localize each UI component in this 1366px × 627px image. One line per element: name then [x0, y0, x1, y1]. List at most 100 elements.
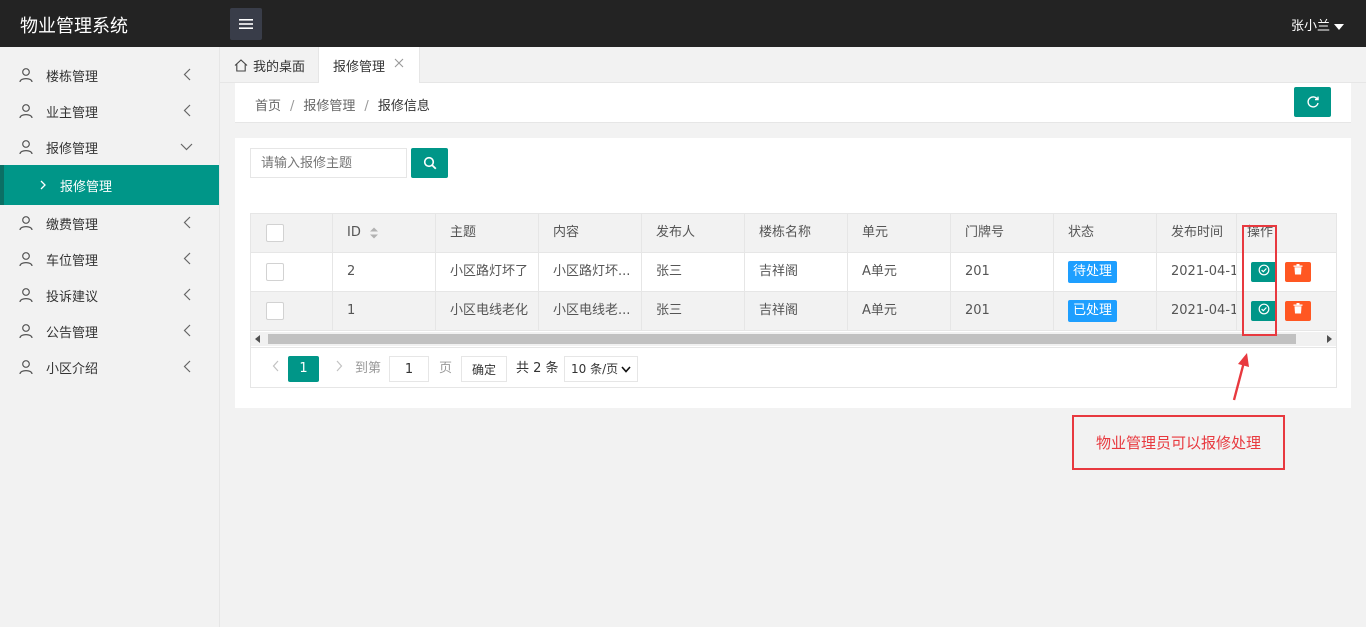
breadcrumb-current: 报修信息: [377, 99, 430, 114]
cell-subject: 小区电线老化: [436, 292, 539, 330]
row-select-cell: [251, 292, 333, 330]
sidebar-item-complaint[interactable]: 投诉建议: [0, 277, 219, 313]
content-card: ID 主题 内容 发布人 楼栋名称 单元 门牌号 状态 发布时间 操作 2 小区…: [235, 138, 1351, 408]
sidebar-item-parking[interactable]: 车位管理: [0, 241, 219, 277]
next-page-button[interactable]: [329, 356, 349, 382]
sort-icon[interactable]: [369, 226, 379, 240]
cell-time: 2021-04-1...: [1157, 253, 1237, 291]
annotation-arrow-icon: [1232, 353, 1249, 401]
sidebar-item-label: 小区介绍: [46, 361, 99, 377]
cell-door: 201: [951, 292, 1054, 330]
table-row[interactable]: 2 小区路灯坏了 小区路灯坏... 张三 吉祥阁 A单元 201 待处理 202…: [251, 253, 1336, 292]
cell-content: 小区路灯坏...: [539, 253, 642, 291]
tab-repair-label: 报修管理: [333, 59, 386, 75]
hamburger-icon: [239, 19, 253, 29]
cell-id: 2: [333, 253, 436, 291]
cell-status: 待处理: [1054, 253, 1157, 291]
close-icon[interactable]: [393, 57, 405, 69]
user-icon: [19, 68, 33, 83]
breadcrumb-section[interactable]: 报修管理: [303, 99, 355, 114]
tab-repair[interactable]: 报修管理: [318, 47, 420, 83]
scroll-right-arrow-icon[interactable]: [1327, 335, 1332, 343]
tab-home-label: 我的桌面: [253, 59, 306, 75]
select-all-checkbox[interactable]: [266, 223, 284, 242]
pagination: 1 到第 页 确定 共 2 条 10 条/页: [251, 347, 1336, 387]
header-publisher: 发布人: [642, 214, 745, 252]
prev-page-button[interactable]: [265, 356, 285, 382]
refresh-button[interactable]: [1294, 87, 1331, 117]
goto-confirm-button[interactable]: 确定: [461, 356, 507, 382]
header-id-label: ID: [347, 225, 361, 240]
chevron-left-icon: [183, 216, 191, 229]
user-icon: [19, 216, 33, 231]
user-icon: [19, 360, 33, 375]
header-building: 楼栋名称: [745, 214, 848, 252]
breadcrumb-separator: /: [364, 99, 369, 114]
sidebar-item-payment[interactable]: 缴费管理: [0, 205, 219, 241]
header-content: 内容: [539, 214, 642, 252]
total-count: 共 2 条: [516, 361, 559, 376]
status-badge: 待处理: [1068, 260, 1118, 283]
refresh-icon: [1306, 96, 1319, 108]
user-icon: [19, 288, 33, 303]
goto-label: 到第: [355, 361, 382, 376]
header-subject: 主题: [436, 214, 539, 252]
trash-icon: [1293, 264, 1303, 275]
cell-door: 201: [951, 253, 1054, 291]
sidebar-subitem-repair[interactable]: 报修管理: [0, 165, 219, 205]
breadcrumb-separator: /: [290, 99, 295, 114]
delete-button[interactable]: [1285, 300, 1311, 321]
header-time: 发布时间: [1157, 214, 1237, 252]
user-menu[interactable]: 张小兰: [1291, 15, 1344, 34]
menu-toggle-button[interactable]: [230, 8, 262, 40]
breadcrumb: 首页 / 报修管理 / 报修信息: [255, 95, 430, 114]
row-select-cell: [251, 253, 333, 291]
app-title: 物业管理系统: [20, 16, 128, 37]
scrollbar-thumb[interactable]: [268, 334, 1296, 344]
goto-page-input[interactable]: [389, 356, 429, 382]
trash-icon: [1293, 303, 1303, 314]
sidebar-item-building[interactable]: 楼栋管理: [0, 57, 219, 93]
sidebar-item-label: 报修管理: [46, 141, 99, 157]
header-id[interactable]: ID: [333, 214, 436, 252]
page-size-select[interactable]: 10 条/页: [564, 356, 638, 382]
search-button[interactable]: [411, 148, 448, 178]
sidebar-item-repair[interactable]: 报修管理: [0, 129, 219, 165]
sidebar-item-label: 车位管理: [46, 253, 99, 269]
header-select-cell: [251, 214, 333, 252]
user-icon: [19, 324, 33, 339]
cell-building: 吉祥阁: [745, 292, 848, 330]
delete-button[interactable]: [1285, 261, 1311, 282]
row-checkbox[interactable]: [266, 262, 284, 281]
sidebar-item-label: 业主管理: [46, 105, 99, 121]
tab-bar: 我的桌面 报修管理: [220, 47, 1366, 83]
header-unit: 单元: [848, 214, 951, 252]
sidebar: 楼栋管理 业主管理 报修管理 报修管理 缴费管理 车位管理 投诉建议 公告管理 …: [0, 47, 220, 627]
table-row[interactable]: 1 小区电线老化 小区电线老... 张三 吉祥阁 A单元 201 已处理 202…: [251, 292, 1336, 331]
page-size-value: 10 条/页: [571, 362, 619, 376]
search-input[interactable]: [250, 148, 407, 178]
cell-publisher: 张三: [642, 253, 745, 291]
sidebar-item-owner[interactable]: 业主管理: [0, 93, 219, 129]
chevron-right-icon: [336, 360, 342, 372]
horizontal-scrollbar[interactable]: [251, 332, 1336, 346]
tab-home[interactable]: 我的桌面: [234, 47, 305, 83]
user-icon: [19, 252, 33, 267]
row-checkbox[interactable]: [266, 301, 284, 320]
repair-table: ID 主题 内容 发布人 楼栋名称 单元 门牌号 状态 发布时间 操作 2 小区…: [250, 213, 1337, 388]
chevron-left-icon: [183, 288, 191, 301]
sidebar-item-intro[interactable]: 小区介绍: [0, 349, 219, 385]
sidebar-item-notice[interactable]: 公告管理: [0, 313, 219, 349]
user-name: 张小兰: [1290, 19, 1330, 34]
cell-publisher: 张三: [642, 292, 745, 330]
breadcrumb-home[interactable]: 首页: [255, 99, 281, 114]
scroll-left-arrow-icon[interactable]: [255, 335, 260, 343]
chevron-left-icon: [183, 68, 191, 81]
header-status: 状态: [1054, 214, 1157, 252]
page-label: 页: [439, 361, 453, 376]
breadcrumb-bar: 首页 / 报修管理 / 报修信息: [235, 83, 1351, 123]
page-number-current[interactable]: 1: [288, 356, 319, 382]
table-header: ID 主题 内容 发布人 楼栋名称 单元 门牌号 状态 发布时间 操作: [251, 214, 1336, 253]
highlight-box: [1242, 225, 1277, 336]
cell-unit: A单元: [848, 253, 951, 291]
